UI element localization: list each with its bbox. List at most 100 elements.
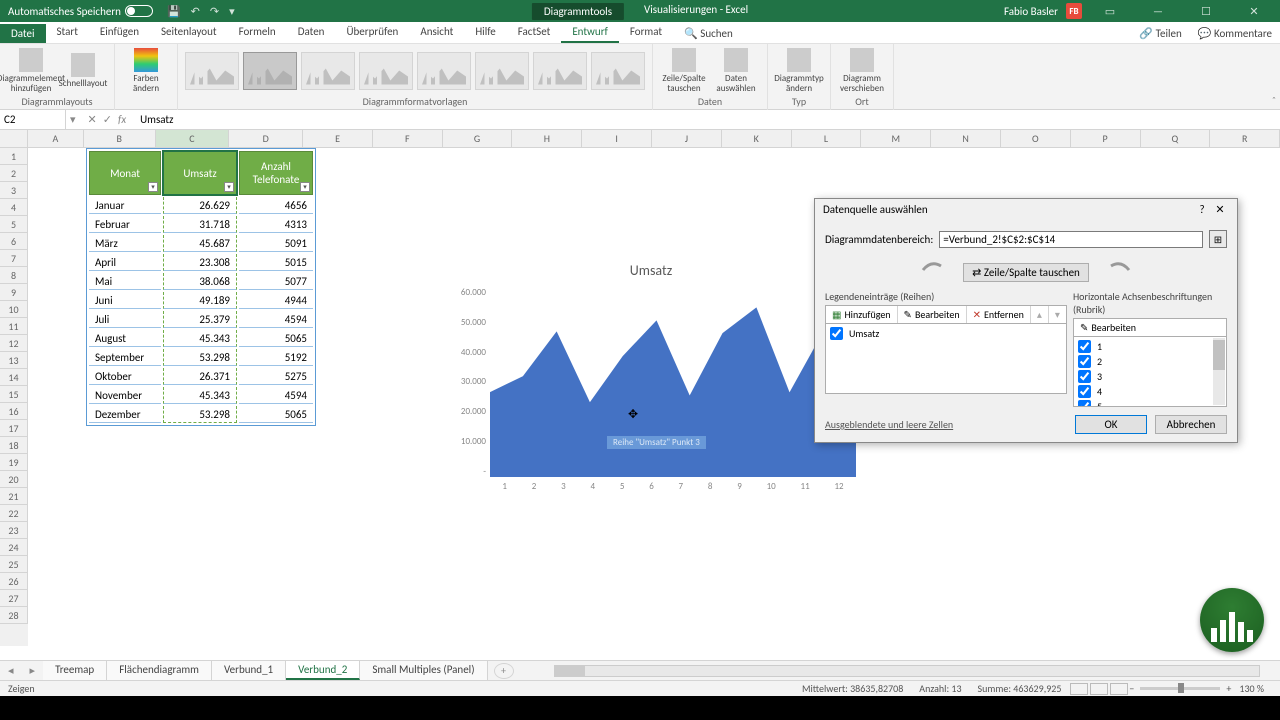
maximize-icon[interactable]: ☐ (1186, 0, 1226, 22)
row-header[interactable]: 10 (0, 301, 28, 318)
zoom-out-icon[interactable]: − (1129, 682, 1134, 695)
filter-icon[interactable]: ▾ (224, 182, 234, 192)
row-header[interactable]: 16 (0, 403, 28, 420)
chart-style-thumb[interactable] (185, 52, 239, 90)
chart-style-thumb[interactable] (417, 52, 471, 90)
sheet-tab[interactable]: Treemap (43, 661, 107, 680)
change-colors-button[interactable]: Farben ändern (121, 47, 171, 95)
minimize-icon[interactable]: — (1138, 0, 1178, 22)
category-item[interactable]: 3 (1076, 369, 1224, 384)
category-checkbox[interactable] (1078, 355, 1091, 368)
normal-view-icon[interactable] (1070, 683, 1088, 695)
column-header[interactable]: R (1210, 130, 1280, 148)
select-data-button[interactable]: Daten auswählen (711, 47, 761, 95)
row-header[interactable]: 8 (0, 267, 28, 284)
category-item[interactable]: 1 (1076, 339, 1224, 354)
tab-überprüfen[interactable]: Überprüfen (335, 22, 409, 43)
comments-button[interactable]: 💬 Kommentare (1190, 24, 1280, 43)
chart-style-thumb[interactable] (533, 52, 587, 90)
row-header[interactable]: 19 (0, 454, 28, 471)
chart-style-thumb[interactable] (359, 52, 413, 90)
column-header[interactable]: A (28, 130, 84, 148)
dialog-help-icon[interactable]: ? (1193, 203, 1211, 216)
column-header[interactable]: B (84, 130, 156, 148)
tab-start[interactable]: Start (46, 22, 89, 43)
page-layout-view-icon[interactable] (1090, 683, 1108, 695)
undo-icon[interactable]: ↶ (191, 5, 200, 18)
series-down-button[interactable]: ▾ (1049, 306, 1066, 323)
column-header[interactable]: Q (1141, 130, 1211, 148)
tab-file[interactable]: Datei (0, 24, 46, 43)
category-item[interactable]: 2 (1076, 354, 1224, 369)
row-header[interactable]: 4 (0, 199, 28, 216)
close-icon[interactable]: ✕ (1234, 0, 1274, 22)
row-header[interactable]: 24 (0, 539, 28, 556)
name-box[interactable]: C2 (0, 110, 66, 129)
tab-daten[interactable]: Daten (287, 22, 336, 43)
accept-formula-icon[interactable]: ✓ (103, 113, 112, 126)
user-avatar[interactable]: FB (1066, 3, 1082, 19)
chart-title[interactable]: Umsatz (436, 258, 866, 287)
hidden-cells-button[interactable]: Ausgeblendete und leere Zellen (825, 418, 953, 431)
cancel-button[interactable]: Abbrechen (1155, 415, 1227, 434)
column-header[interactable]: M (861, 130, 931, 148)
table-row[interactable]: Juni49.1894944 (89, 292, 313, 309)
tab-format[interactable]: Format (619, 22, 673, 43)
category-list[interactable]: 1 2 3 4 5 (1073, 337, 1227, 407)
table-row[interactable]: November45.3434594 (89, 387, 313, 404)
category-checkbox[interactable] (1078, 370, 1091, 383)
move-chart-button[interactable]: Diagramm verschieben (837, 47, 887, 95)
row-header[interactable]: 23 (0, 522, 28, 539)
row-header[interactable]: 25 (0, 556, 28, 573)
series-remove-button[interactable]: ✕Entfernen (967, 306, 1031, 323)
column-header[interactable]: H (512, 130, 582, 148)
ribbon-options-icon[interactable]: ▭ (1090, 0, 1130, 22)
chart-object[interactable]: Umsatz 60.00050.00040.00030.00020.00010.… (436, 258, 866, 518)
collapse-ribbon-icon[interactable]: ˆ (1272, 94, 1276, 107)
series-up-button[interactable]: ▴ (1031, 306, 1049, 323)
dialog-close-icon[interactable]: ✕ (1211, 203, 1229, 216)
row-header[interactable]: 11 (0, 318, 28, 335)
data-table[interactable]: Monat▾ Umsatz▾ Anzahl Telefonate▾ Januar… (86, 148, 316, 426)
save-icon[interactable]: 💾 (167, 5, 181, 18)
filter-icon[interactable]: ▾ (300, 182, 310, 192)
redo-icon[interactable]: ↷ (210, 5, 219, 18)
row-header[interactable]: 7 (0, 250, 28, 267)
search-tab[interactable]: 🔍 Suchen (673, 24, 744, 43)
chart-range-input[interactable] (939, 231, 1203, 248)
tab-hilfe[interactable]: Hilfe (464, 22, 506, 43)
column-header[interactable]: I (582, 130, 652, 148)
tab-einfügen[interactable]: Einfügen (89, 22, 150, 43)
sheet-nav-prev-icon[interactable]: ◂ (0, 664, 22, 677)
series-add-button[interactable]: ▦Hinzufügen (826, 306, 898, 323)
sheet-tab[interactable]: Small Multiples (Panel) (360, 661, 487, 680)
table-row[interactable]: April23.3085015 (89, 254, 313, 271)
series-checkbox[interactable] (830, 327, 843, 340)
sheet-tab[interactable]: Verbund_1 (212, 661, 286, 680)
range-picker-icon[interactable]: ⊞ (1209, 230, 1227, 248)
autosave-toggle[interactable] (125, 5, 153, 17)
column-header[interactable]: E (303, 130, 373, 148)
scrollbar[interactable] (1213, 338, 1225, 405)
add-sheet-icon[interactable]: + (494, 663, 514, 679)
sheet-tab[interactable]: Verbund_2 (286, 661, 360, 680)
page-break-view-icon[interactable] (1110, 683, 1128, 695)
row-header[interactable]: 20 (0, 471, 28, 488)
col-header-telefonate[interactable]: Anzahl Telefonate▾ (239, 151, 313, 195)
col-header-monat[interactable]: Monat▾ (89, 151, 161, 195)
ok-button[interactable]: OK (1075, 415, 1147, 434)
switch-row-col-button[interactable]: Zeile/Spalte tauschen (659, 47, 709, 95)
row-header[interactable]: 26 (0, 573, 28, 590)
table-row[interactable]: August45.3435065 (89, 330, 313, 347)
column-header[interactable]: K (722, 130, 792, 148)
row-header[interactable]: 18 (0, 437, 28, 454)
row-header[interactable]: 12 (0, 335, 28, 352)
table-row[interactable]: Januar26.6294656 (89, 197, 313, 214)
series-list[interactable]: Umsatz (825, 324, 1067, 394)
chart-style-thumb[interactable] (243, 52, 297, 90)
column-header[interactable]: J (652, 130, 722, 148)
switch-row-column-button[interactable]: ⇄ Zeile/Spalte tauschen (963, 263, 1089, 282)
row-header[interactable]: 1 (0, 148, 28, 165)
table-row[interactable]: September53.2985192 (89, 349, 313, 366)
row-header[interactable]: 2 (0, 165, 28, 182)
